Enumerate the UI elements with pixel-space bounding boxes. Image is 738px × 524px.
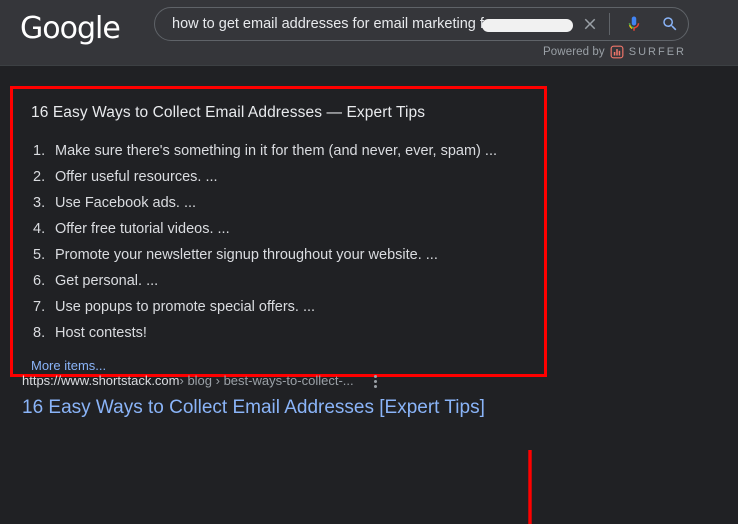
snippet-list-item-text: Use Facebook ads. ...: [55, 195, 197, 211]
result-options-button[interactable]: [368, 372, 384, 390]
surfer-brand-label: SURFER: [628, 46, 686, 58]
clear-search-button[interactable]: [573, 7, 607, 41]
results-area: 16 Easy Ways to Collect Email Addresses …: [0, 66, 738, 524]
search-divider: [609, 13, 610, 35]
snippet-list-item-text: Host contests!: [55, 325, 147, 341]
three-dots-vertical-icon-dot: [374, 379, 378, 383]
search-result: https://www.shortstack.com › blog › best…: [22, 371, 542, 421]
snippet-list-item-number: 2.: [33, 169, 46, 185]
snippet-list-item-number: 8.: [33, 325, 46, 341]
snippet-list-item: 4. Offer free tutorial videos. ...: [31, 216, 526, 242]
close-icon: [584, 18, 596, 30]
snippet-list-item-text: Use popups to promote special offers. ..…: [55, 299, 316, 315]
annotation-down-arrow: [528, 450, 532, 524]
snippet-list-item: 8. Host contests!: [31, 320, 526, 346]
featured-snippet-list: 1. Make sure there's something in it for …: [31, 138, 526, 346]
snippet-list-item-number: 4.: [33, 221, 46, 237]
redaction-overlay: [482, 19, 573, 32]
snippet-list-item-number: 7.: [33, 299, 46, 315]
powered-by-label: Powered by: [543, 46, 605, 58]
snippet-list-item-text: Promote your newsletter signup throughou…: [55, 247, 438, 263]
snippet-list-item: 6. Get personal. ...: [31, 268, 526, 294]
google-logo[interactable]: Google: [20, 12, 121, 46]
snippet-list-item-number: 5.: [33, 247, 46, 263]
result-domain[interactable]: https://www.shortstack.com: [22, 371, 180, 391]
snippet-list-item-number: 1.: [33, 143, 46, 159]
snippet-list-item-text: Offer useful resources. ...: [55, 169, 218, 185]
result-title-link[interactable]: 16 Easy Ways to Collect Email Addresses …: [22, 395, 542, 421]
snippet-list-item-number: 3.: [33, 195, 46, 211]
three-dots-vertical-icon-dot: [374, 374, 378, 378]
powered-by-surfer: Powered by SURFER: [543, 45, 686, 59]
search-input[interactable]: how to get email addresses for email mar…: [172, 8, 492, 40]
search-header: Google how to get email addresses for em…: [0, 0, 738, 66]
snippet-list-item: 5. Promote your newsletter signup through…: [31, 242, 526, 268]
snippet-list-item-text: Get personal. ...: [55, 273, 159, 289]
microphone-icon: [628, 16, 640, 31]
result-breadcrumb-path: › blog › best-ways-to-collect-...: [179, 373, 354, 388]
search-input-wrapper[interactable]: how to get email addresses for email mar…: [155, 8, 573, 40]
snippet-list-item-text: Offer free tutorial videos. ...: [55, 221, 230, 237]
snippet-list-item: 1. Make sure there's something in it for …: [31, 138, 526, 164]
snippet-list-item: 3. Use Facebook ads. ...: [31, 190, 526, 216]
featured-snippet-title: 16 Easy Ways to Collect Email Addresses …: [31, 104, 426, 121]
search-submit-button[interactable]: [652, 7, 688, 41]
snippet-list-item-number: 6.: [33, 273, 46, 289]
snippet-list-item: 7. Use popups to promote special offers. …: [31, 294, 526, 320]
snippet-list-item: 2. Offer useful resources. ...: [31, 164, 526, 190]
three-dots-vertical-icon-dot: [374, 384, 378, 388]
result-url-row: https://www.shortstack.com › blog › best…: [22, 371, 542, 391]
featured-snippet-box: 16 Easy Ways to Collect Email Addresses …: [10, 86, 547, 377]
snippet-list-item-text: Make sure there's something in it for th…: [55, 143, 497, 159]
search-icon: [663, 17, 677, 31]
voice-search-button[interactable]: [616, 7, 652, 41]
surfer-logo-icon: [610, 45, 624, 59]
search-bar[interactable]: how to get email addresses for email mar…: [154, 7, 689, 41]
